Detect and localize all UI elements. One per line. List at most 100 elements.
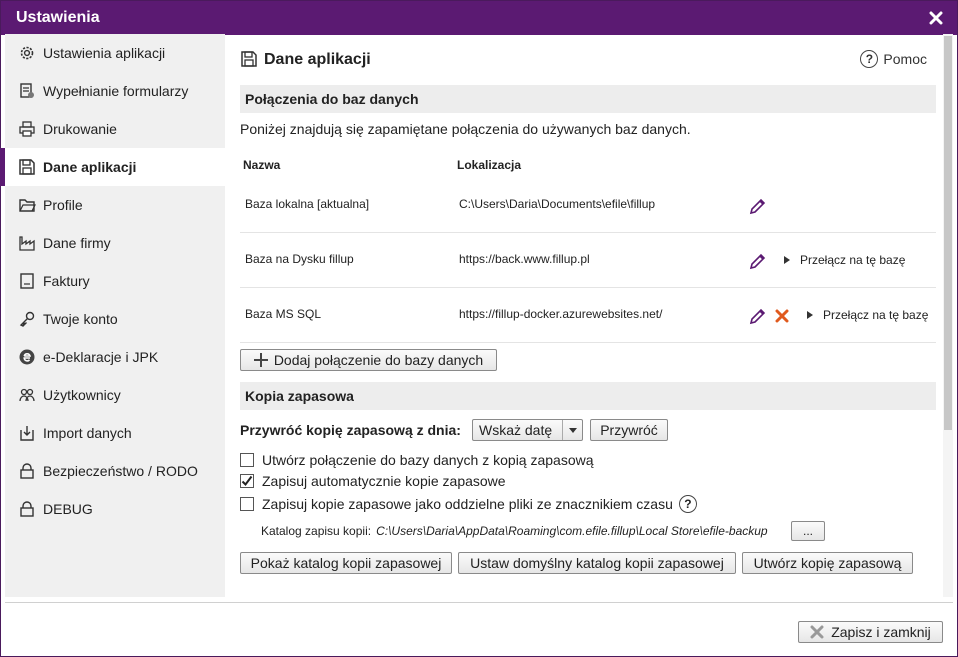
invoice-icon — [17, 271, 37, 291]
table-row: Baza MS SQL https://fillup-docker.azurew… — [240, 288, 936, 343]
connection-name: Baza na Dysku fillup — [245, 252, 354, 266]
connection-location: C:\Users\Daria\Documents\efile\fillup — [459, 197, 656, 211]
default-catalog-button[interactable]: Ustaw domyślny katalog kopii zapasowej — [458, 552, 736, 574]
sidebar-item-profiles[interactable]: Profile — [5, 186, 225, 224]
help-icon: ? — [860, 50, 879, 68]
sidebar-item-label: Faktury — [43, 273, 90, 289]
sidebar-item-label: Twoje konto — [43, 311, 118, 327]
sidebar-item-invoices[interactable]: Faktury — [5, 262, 225, 300]
sidebar-item-label: Drukowanie — [43, 121, 117, 137]
sidebar-item-label: DEBUG — [43, 501, 93, 517]
edit-pencil-icon[interactable] — [748, 251, 768, 274]
close-icon[interactable] — [927, 9, 945, 27]
sidebar-item-label: Import danych — [43, 425, 132, 441]
sidebar-item-app-data[interactable]: Dane aplikacji — [0, 148, 225, 186]
sidebar-item-label: Bezpieczeństwo / RODO — [43, 463, 198, 479]
sidebar-item-app-settings[interactable]: Ustawienia aplikacji — [5, 34, 225, 72]
edit-pencil-icon[interactable] — [748, 196, 768, 219]
save-and-close-button[interactable]: Zapisz i zamknij — [798, 621, 943, 643]
sidebar-item-import[interactable]: Import danych — [5, 414, 225, 452]
sidebar-item-printing[interactable]: Drukowanie — [5, 110, 225, 148]
lock-icon — [17, 499, 37, 519]
connections-description: Poniżej znajdują się zapamiętane połącze… — [240, 121, 691, 137]
sidebar-item-label: Użytkownicy — [43, 387, 121, 403]
play-triangle-icon — [807, 311, 813, 319]
sidebar-item-e-declarations[interactable]: e-Deklaracje i JPK — [5, 338, 225, 376]
column-header-name: Nazwa — [243, 158, 281, 172]
create-backup-button[interactable]: Utwórz kopię zapasową — [742, 552, 913, 574]
add-connection-button[interactable]: Dodaj połączenie do bazy danych — [240, 349, 497, 371]
checkbox-label: Zapisuj automatycznie kopie zapasowe — [262, 473, 506, 489]
show-catalog-button[interactable]: Pokaż katalog kopii zapasowej — [240, 552, 452, 574]
sidebar-item-security[interactable]: Bezpieczeństwo / RODO — [5, 452, 225, 490]
gear-icon — [17, 43, 37, 63]
sidebar-item-label: e-Deklaracje i JPK — [43, 349, 159, 365]
switch-database-link[interactable]: Przełącz na tę bazę — [784, 253, 905, 267]
save-disk-icon — [240, 50, 258, 71]
sidebar-item-account[interactable]: Twoje konto — [5, 300, 225, 338]
checkbox-label: Utwórz połączenie do bazy danych z kopią… — [262, 452, 594, 468]
restore-button[interactable]: Przywróć — [590, 419, 668, 441]
connection-location: https://fillup-docker.azurewebsites.net/ — [459, 307, 663, 321]
help-label: Pomoc — [883, 51, 927, 67]
sidebar-item-form-filling[interactable]: Wypełnianie formularzy — [5, 72, 225, 110]
main-content: Dane aplikacji ? Pomoc Połączenia do baz… — [225, 34, 943, 597]
users-icon — [17, 385, 37, 405]
lock-icon — [17, 461, 37, 481]
help-icon[interactable]: ? — [678, 495, 697, 513]
form-fill-icon — [17, 81, 37, 101]
edit-pencil-icon[interactable] — [748, 306, 768, 329]
printer-icon — [17, 119, 37, 139]
footer-divider — [5, 602, 953, 603]
scrollbar-thumb[interactable] — [944, 36, 952, 430]
sidebar-item-label: Dane firmy — [43, 235, 111, 251]
checkbox-auto-backup[interactable]: Zapisuj automatycznie kopie zapasowe — [240, 473, 506, 489]
sidebar-item-label: Dane aplikacji — [43, 159, 137, 175]
checkbox-box[interactable] — [240, 474, 254, 488]
sidebar-item-label: Wypełnianie formularzy — [43, 83, 189, 99]
catalog-path: C:\Users\Daria\AppData\Roaming\com.efile… — [376, 524, 768, 538]
sidebar: Ustawienia aplikacji Wypełnianie formula… — [0, 34, 225, 597]
sidebar-item-users[interactable]: Użytkownicy — [5, 376, 225, 414]
checkbox-box[interactable] — [240, 497, 254, 511]
close-icon — [810, 625, 824, 639]
e-declaration-icon — [17, 347, 37, 367]
browse-button[interactable]: ... — [791, 521, 825, 541]
save-disk-icon — [17, 157, 37, 177]
key-icon — [17, 309, 37, 329]
restore-label: Przywróć kopię zapasową z dnia: — [240, 422, 461, 438]
help-link[interactable]: ? Pomoc — [860, 50, 927, 68]
backup-date-select[interactable]: Wskaż datę — [472, 419, 583, 441]
content-scrollbar[interactable] — [943, 34, 953, 597]
sidebar-item-label: Profile — [43, 197, 83, 213]
table-row: Baza lokalna [aktualna] C:\Users\Daria\D… — [240, 178, 936, 233]
chevron-down-icon — [562, 420, 582, 440]
checkbox-box[interactable] — [240, 453, 254, 467]
column-header-location: Lokalizacja — [457, 158, 522, 172]
checkbox-timestamp-files[interactable]: Zapisuj kopie zapasowe jako oddzielne pl… — [240, 495, 697, 513]
add-connection-label: Dodaj połączenie do bazy danych — [273, 352, 484, 368]
plus-icon — [253, 353, 268, 367]
switch-label: Przełącz na tę bazę — [823, 308, 929, 322]
sidebar-item-debug[interactable]: DEBUG — [5, 490, 225, 528]
backup-section-header: Kopia zapasowa — [240, 382, 936, 410]
sidebar-item-company-data[interactable]: Dane firmy — [5, 224, 225, 262]
delete-x-icon[interactable] — [775, 309, 789, 326]
import-icon — [17, 423, 37, 443]
folder-icon — [17, 195, 37, 215]
switch-database-link[interactable]: Przełącz na tę bazę — [807, 308, 928, 322]
switch-label: Przełącz na tę bazę — [800, 253, 906, 267]
sidebar-item-label: Ustawienia aplikacji — [43, 45, 166, 61]
connections-section-header: Połączenia do baz danych — [240, 85, 936, 113]
dialog-titlebar: Ustawienia — [1, 1, 957, 35]
checkbox-connect-backup[interactable]: Utwórz połączenie do bazy danych z kopią… — [240, 452, 594, 468]
page-header: Dane aplikacji ? Pomoc — [240, 49, 933, 71]
table-row: Baza na Dysku fillup https://back.www.fi… — [240, 233, 936, 288]
check-icon — [241, 475, 253, 487]
page-title: Dane aplikacji — [264, 51, 371, 68]
save-and-close-label: Zapisz i zamknij — [831, 624, 931, 640]
play-triangle-icon — [784, 256, 790, 264]
backup-catalog-row: Katalog zapisu kopii: C:\Users\Daria\App… — [261, 524, 768, 538]
connection-name: Baza lokalna [aktualna] — [245, 197, 370, 211]
connection-name: Baza MS SQL — [245, 307, 322, 321]
